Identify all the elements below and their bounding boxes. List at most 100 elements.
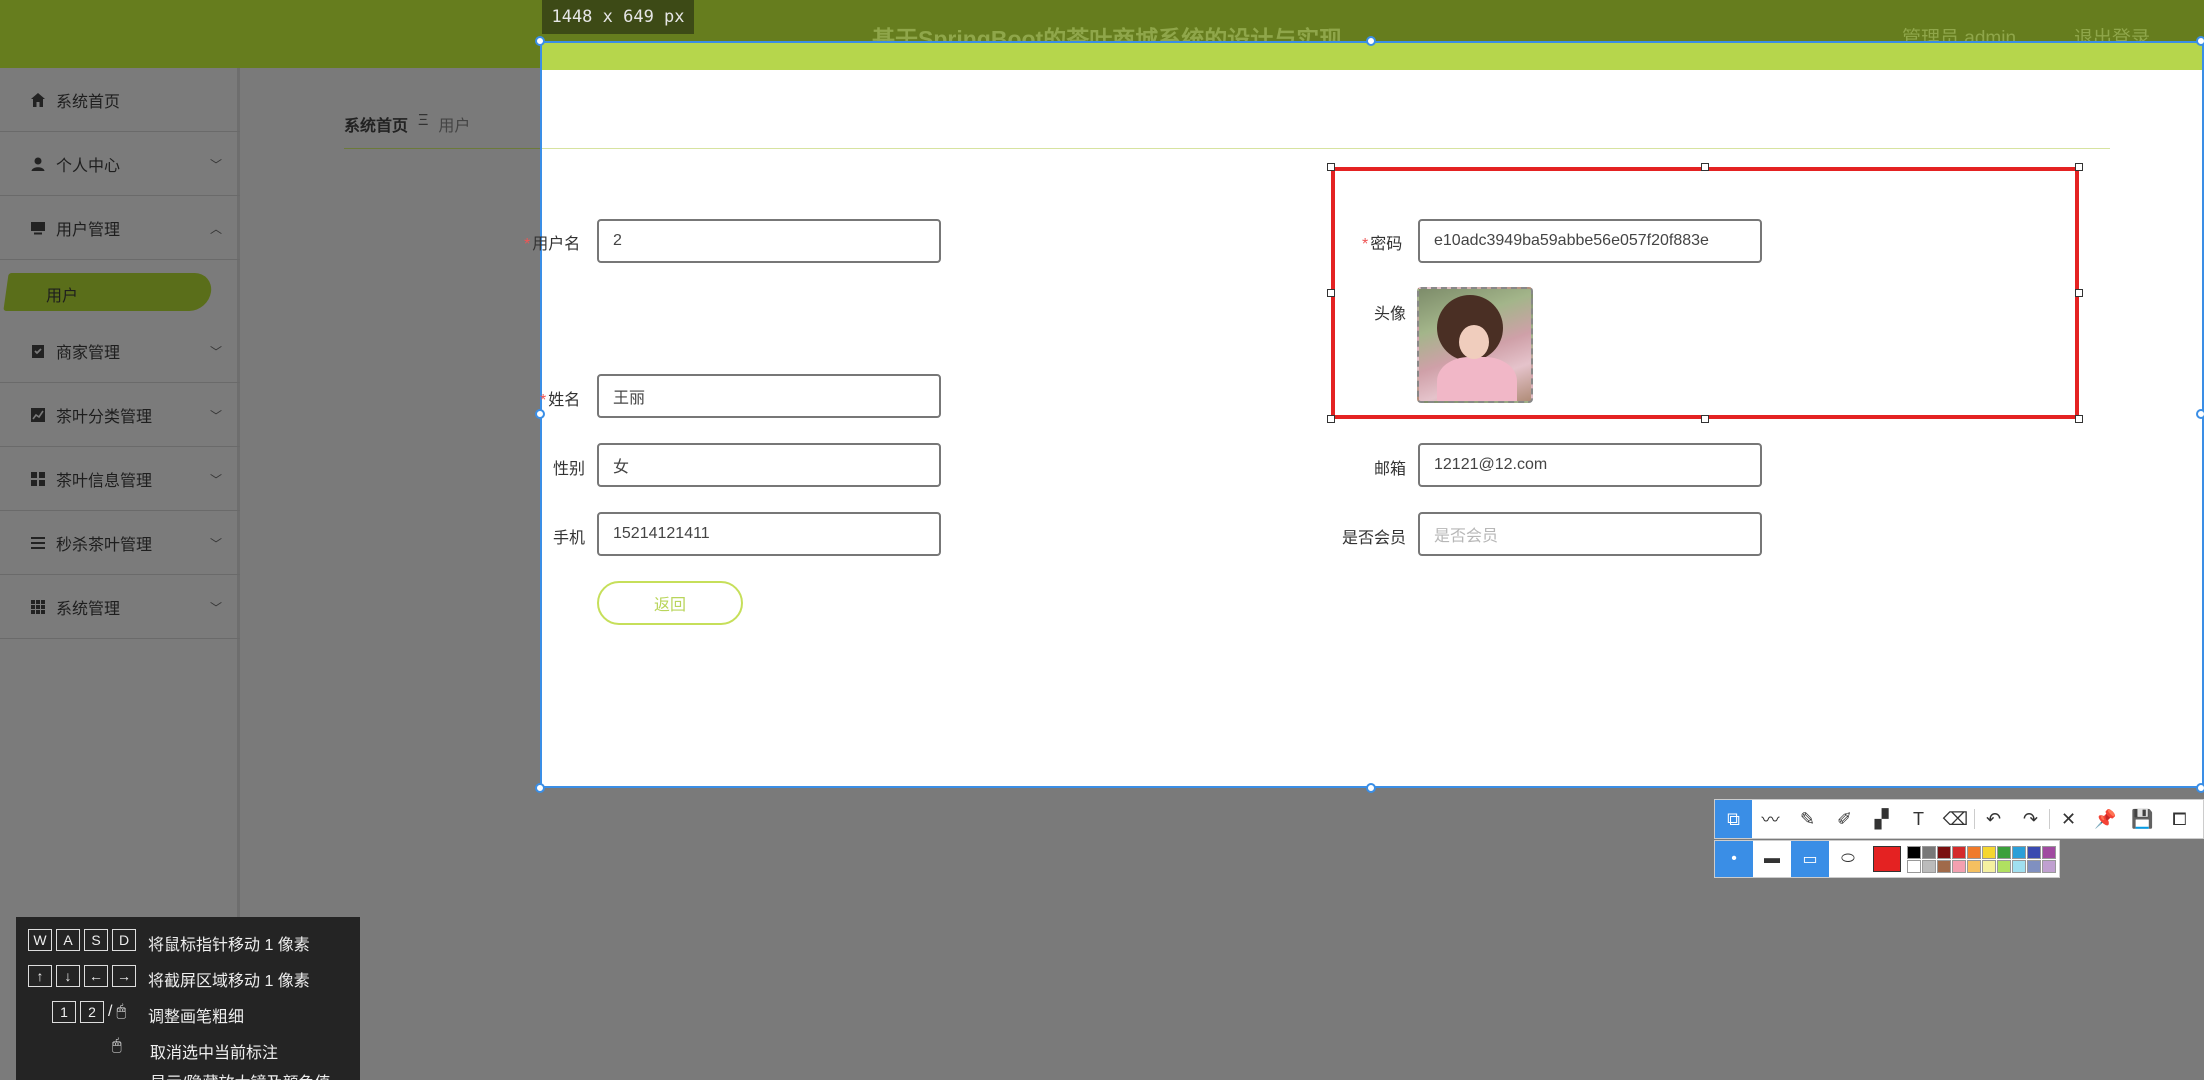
pin-icon[interactable]: 📌 <box>2087 800 2124 838</box>
stroke-size-icon[interactable]: • <box>1715 841 1753 877</box>
redo-icon[interactable]: ↷ <box>2012 800 2049 838</box>
color-palette[interactable] <box>1907 845 2056 873</box>
highlighter-tool-icon[interactable]: ✐ <box>1826 800 1863 838</box>
gender-field[interactable]: 女 <box>597 443 941 487</box>
sidebar-item-label: 系统首页 <box>56 93 121 111</box>
annotation-handle[interactable] <box>2075 163 2083 171</box>
name-field[interactable]: 王丽 <box>597 374 941 418</box>
sidebar-item-label: 系统管理 <box>56 600 121 618</box>
sidebar-item-label: 秒杀茶叶管理 <box>56 536 153 554</box>
chevron-up-icon: ︿ <box>209 222 222 236</box>
resize-handle-br[interactable] <box>2196 783 2204 793</box>
sidebar-item-label: 茶叶分类管理 <box>56 408 153 426</box>
annotation-handle[interactable] <box>1701 415 1709 423</box>
phone-label: 手机 <box>553 530 586 547</box>
resize-handle-tl[interactable] <box>535 36 545 46</box>
phone-field[interactable]: 15214121411 <box>597 512 941 556</box>
screenshot-toolbar: ⧉ 〰 ✎ ✐ ▞ T ⌫ ↶ ↷ ✕ 📌 💾 ⧠ <box>1714 799 2204 839</box>
chevron-down-icon: ﹀ <box>209 601 222 615</box>
member-label: 是否会员 <box>1342 530 1407 547</box>
polyline-tool-icon[interactable]: 〰 <box>1752 800 1789 838</box>
annotation-handle[interactable] <box>1327 289 1335 297</box>
user-icon <box>30 156 46 172</box>
home-icon <box>30 92 46 108</box>
resize-handle-top[interactable] <box>1366 36 1376 46</box>
undo-icon[interactable]: ↶ <box>1975 800 2012 838</box>
pen-tool-icon[interactable]: ✎ <box>1789 800 1826 838</box>
rectangle-tool-icon[interactable]: ⧉ <box>1715 800 1752 838</box>
email-label: 邮箱 <box>1374 461 1407 478</box>
sidebar-item-label: 商家管理 <box>56 344 121 362</box>
save-icon[interactable]: 💾 <box>2124 800 2161 838</box>
sidebar-item-label: 用户管理 <box>56 221 121 239</box>
capture-size-label: 1448 x 649 px <box>542 0 694 34</box>
close-icon[interactable]: ✕ <box>2050 800 2087 838</box>
grid-icon <box>30 471 46 487</box>
sidebar-item-tea-info[interactable]: 茶叶信息管理 ﹀ <box>0 447 240 511</box>
shortcut-keys: 🖱 <box>112 1037 122 1055</box>
clipboard-icon <box>30 343 46 359</box>
content-divider <box>542 148 2110 149</box>
annotation-handle[interactable] <box>1327 415 1335 423</box>
gender-label: 性别 <box>553 461 586 478</box>
breadcrumb: 系统首页 Ξ 用户 <box>344 112 470 136</box>
shortcut-keys: 1 2/🖱 <box>52 1001 126 1023</box>
username-label: * 用户名 <box>524 236 581 253</box>
shortcut-text: 调整画笔粗细 <box>148 1009 245 1026</box>
shortcut-help-panel: WASD 将鼠标指针移动 1 像素 ↑ ↓ ← → 将截屏区域移动 1 像素 1 2/🖱… <box>16 917 360 1080</box>
tool-options-bar: • ▬ ▭ ⬭ <box>1714 840 2060 878</box>
shortcut-text: 显示/隐藏放大镜及颜色值 <box>150 1069 330 1080</box>
sidebar-item-tea-categories[interactable]: 茶叶分类管理 ﹀ <box>0 383 240 447</box>
resize-handle-bl[interactable] <box>535 783 545 793</box>
fill-shape-icon[interactable]: ▬ <box>1753 841 1791 877</box>
breadcrumb-current: 用户 <box>438 118 471 135</box>
chevron-down-icon: ﹀ <box>209 473 222 487</box>
annotation-handle[interactable] <box>2075 289 2083 297</box>
sidebar-item-merchants[interactable]: 商家管理 ﹀ <box>0 319 240 383</box>
eraser-tool-icon[interactable]: ⌫ <box>1937 800 1974 838</box>
resize-handle-right[interactable] <box>2196 409 2204 419</box>
chevron-down-icon: ﹀ <box>209 409 222 423</box>
text-tool-icon[interactable]: T <box>1900 800 1937 838</box>
monitor-icon <box>30 220 46 236</box>
resize-handle-left[interactable] <box>535 409 545 419</box>
copy-icon[interactable]: ⧠ <box>2161 800 2198 838</box>
sidebar-item-users[interactable]: 用户管理 ︿ <box>0 196 240 260</box>
resize-handle-tr[interactable] <box>2196 36 2204 46</box>
breadcrumb-divider <box>344 148 540 149</box>
header-bar-visible <box>542 43 2202 70</box>
username-field[interactable]: 2 <box>597 219 941 263</box>
annotation-handle[interactable] <box>1701 163 1709 171</box>
apps-icon <box>30 599 46 615</box>
member-select[interactable]: 是否会员 <box>1418 512 1762 556</box>
shortcut-text: 将截屏区域移动 1 像素 <box>148 973 310 990</box>
list-icon <box>30 535 46 551</box>
ellipse-shape-icon[interactable]: ⬭ <box>1829 841 1867 877</box>
chevron-down-icon: ﹀ <box>209 345 222 359</box>
resize-handle-bottom[interactable] <box>1366 783 1376 793</box>
sidebar-item-system[interactable]: 系统管理 ﹀ <box>0 575 240 639</box>
mosaic-tool-icon[interactable]: ▞ <box>1863 800 1900 838</box>
shortcut-text: 将鼠标指针移动 1 像素 <box>148 937 310 954</box>
annotation-handle[interactable] <box>2075 415 2083 423</box>
sidebar-item-label: 个人中心 <box>56 157 121 175</box>
chevron-down-icon: ﹀ <box>209 537 222 551</box>
name-label: * 姓名 <box>540 392 581 409</box>
email-field[interactable]: 12121@12.com <box>1418 443 1762 487</box>
sidebar-subitem-highlight <box>3 273 214 311</box>
breadcrumb-separator: Ξ <box>418 112 429 129</box>
sidebar-item-flash-sale[interactable]: 秒杀茶叶管理 ﹀ <box>0 511 240 575</box>
sidebar-item-profile[interactable]: 个人中心 ﹀ <box>0 132 240 196</box>
annotation-rectangle[interactable] <box>1331 167 2079 419</box>
chart-icon <box>30 407 46 423</box>
sidebar-subitem-user[interactable]: 用户 <box>46 282 78 306</box>
shortcut-keys: WASD <box>28 929 136 951</box>
annotation-handle[interactable] <box>1327 163 1335 171</box>
back-button[interactable]: 返回 <box>597 581 743 625</box>
sidebar-item-home[interactable]: 系统首页 <box>0 68 240 132</box>
current-color-swatch[interactable] <box>1873 846 1901 872</box>
shortcut-text: 取消选中当前标注 <box>150 1045 279 1062</box>
rectangle-shape-icon[interactable]: ▭ <box>1791 841 1829 877</box>
breadcrumb-home[interactable]: 系统首页 <box>344 112 408 136</box>
mouse-icon: 🖱 <box>116 1003 127 1020</box>
